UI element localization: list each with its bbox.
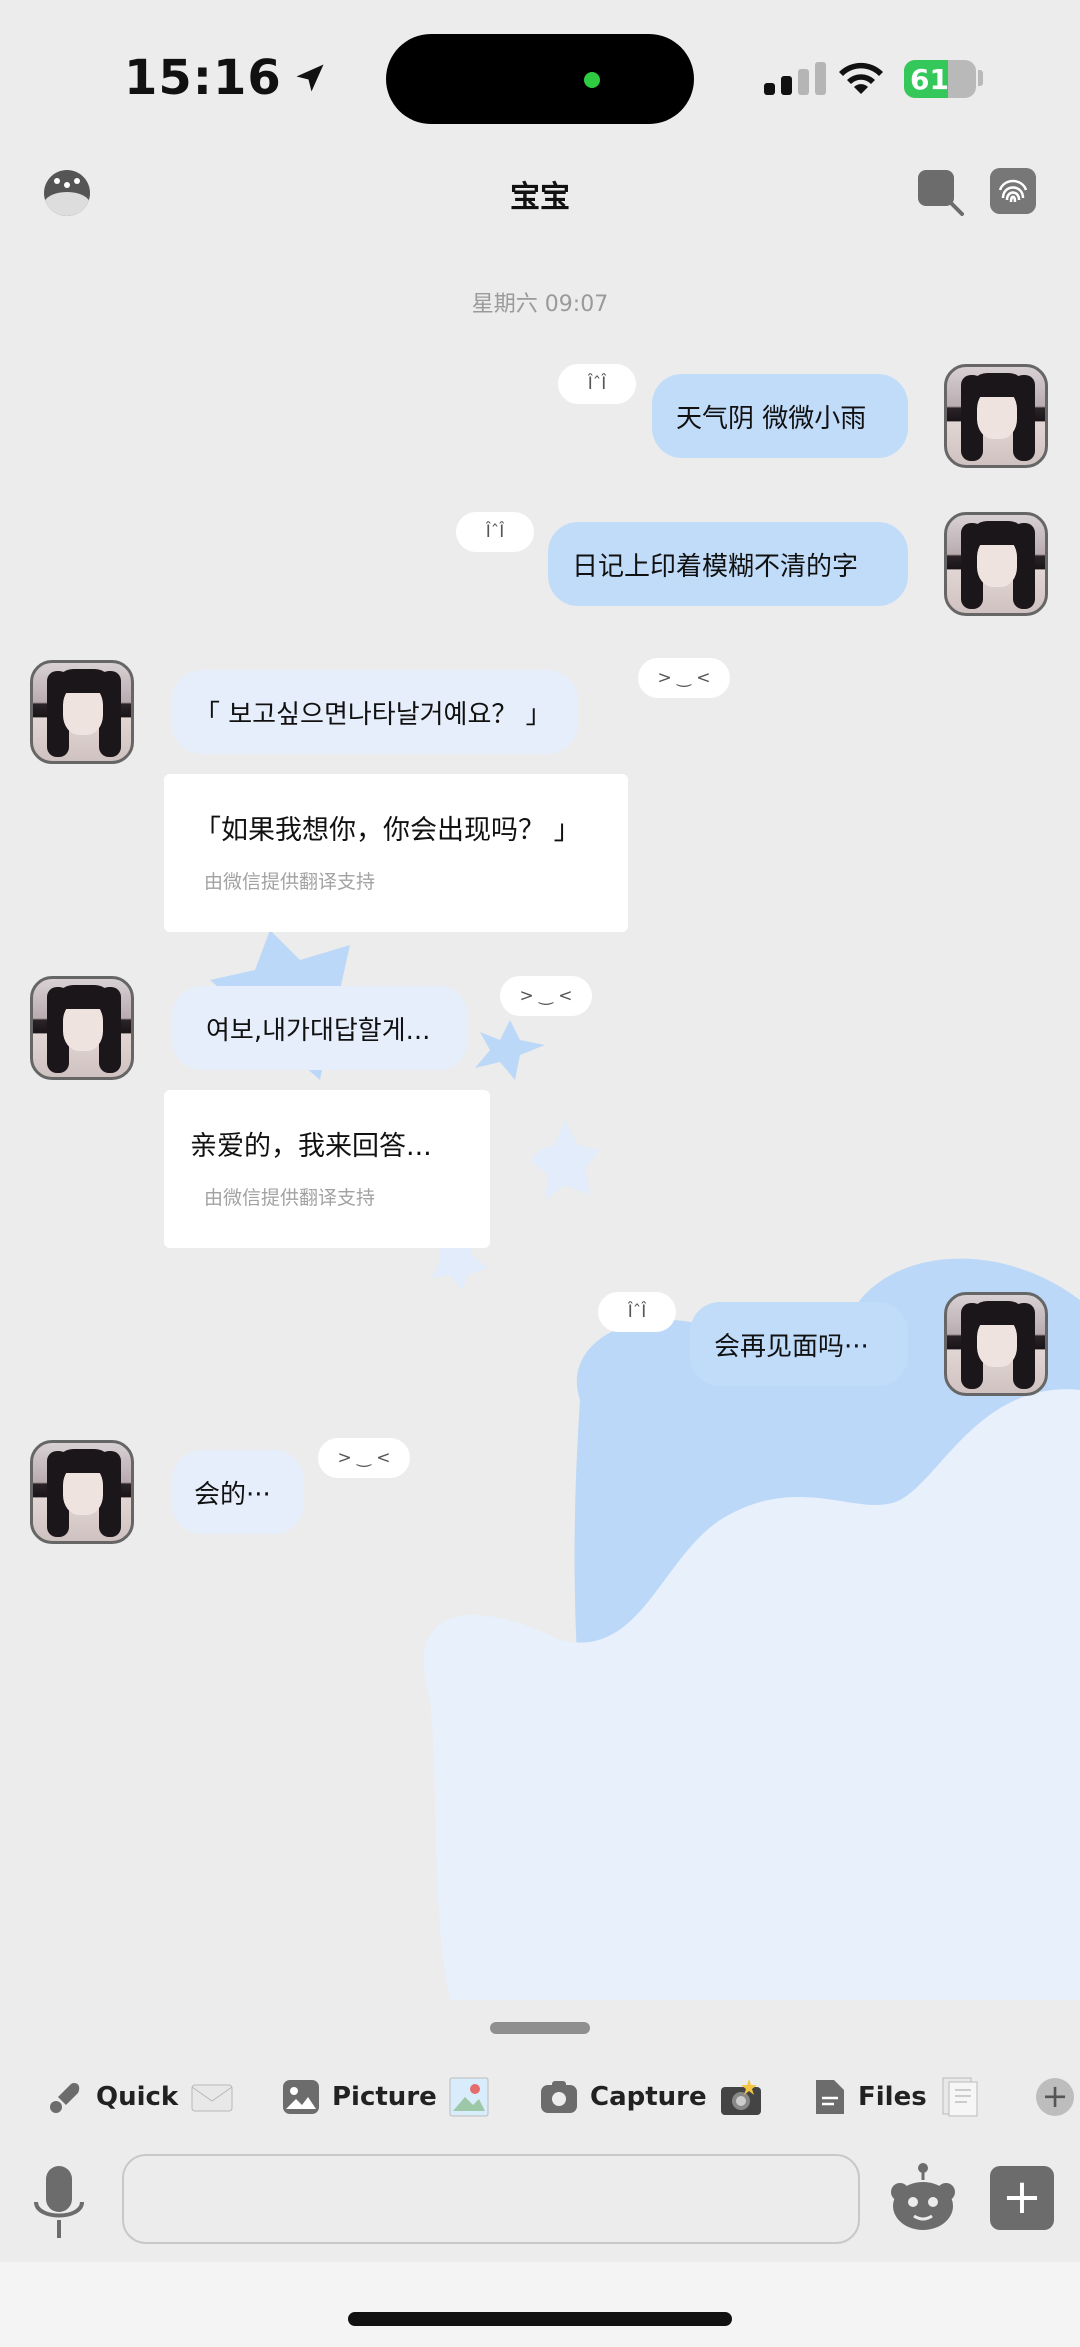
- document-sticker-icon: [942, 2077, 978, 2117]
- fingerprint-icon[interactable]: [990, 168, 1036, 214]
- message-bubble-outgoing[interactable]: 会再见面吗···: [690, 1302, 908, 1386]
- my-avatar[interactable]: [944, 512, 1048, 616]
- status-time: 15:16: [124, 50, 328, 106]
- drag-handle[interactable]: [490, 2022, 590, 2034]
- translation-card[interactable]: 「如果我想你，你会出现吗？ 」 由微信提供翻译支持: [164, 774, 628, 932]
- image-icon: [283, 2080, 319, 2114]
- capture-label: Capture: [590, 2082, 707, 2112]
- quick-label: Quick: [96, 2082, 179, 2112]
- search-icon[interactable]: [916, 168, 964, 216]
- robot-icon[interactable]: [890, 2162, 956, 2232]
- add-button[interactable]: +: [990, 2166, 1054, 2230]
- reaction-badge[interactable]: ÎˆÎ: [558, 364, 636, 404]
- translation-text: 「如果我想你，你会出现吗？ 」: [194, 815, 581, 846]
- message-timestamp: 星期六 09:07: [471, 292, 609, 317]
- quick-actions-bar: Quick Picture Capture Files: [0, 2066, 1080, 2128]
- message-bubble-outgoing[interactable]: 日记上印着模糊不清的字: [548, 522, 908, 606]
- picture-sticker-icon: [449, 2077, 489, 2117]
- envelope-icon: [191, 2084, 233, 2112]
- star-decoration: [530, 1120, 600, 1200]
- picture-button[interactable]: Picture: [282, 2066, 489, 2128]
- composer: +: [0, 2150, 1080, 2260]
- wifi-icon: [839, 62, 883, 94]
- translation-text: 亲爱的，我来回答...: [190, 1131, 432, 1162]
- translation-note: 由微信提供翻译支持: [204, 871, 376, 893]
- microphone-icon[interactable]: [32, 2164, 86, 2242]
- battery-tip: [978, 70, 983, 86]
- battery-level: 61: [910, 63, 949, 96]
- home-indicator[interactable]: [348, 2312, 732, 2326]
- chat-title: 宝宝: [510, 180, 570, 215]
- message-input[interactable]: [122, 2154, 860, 2244]
- battery-icon: 61: [904, 60, 976, 98]
- translation-card[interactable]: 亲爱的，我来回答... 由微信提供翻译支持: [164, 1090, 490, 1248]
- picture-label: Picture: [332, 2082, 437, 2112]
- message-bubble-outgoing[interactable]: 天气阴 微微小雨: [652, 374, 908, 458]
- file-icon: [816, 2080, 844, 2114]
- my-avatar[interactable]: [944, 1292, 1048, 1396]
- dynamic-island: [386, 34, 694, 124]
- capture-button[interactable]: Capture: [540, 2066, 763, 2128]
- files-button[interactable]: Files: [814, 2066, 979, 2128]
- my-avatar[interactable]: [944, 364, 1048, 468]
- message-bubble-incoming[interactable]: 여보,내가대답할게...: [172, 986, 468, 1070]
- quick-button[interactable]: Quick: [48, 2066, 234, 2128]
- star-decoration: [475, 1020, 545, 1080]
- cellular-signal-icon: [764, 62, 826, 95]
- menu-avatar-icon[interactable]: [44, 170, 90, 216]
- reaction-badge[interactable]: ÎˆÎ: [598, 1292, 676, 1332]
- files-label: Files: [858, 2082, 927, 2112]
- reaction-badge[interactable]: > ‿ <: [500, 976, 592, 1016]
- reaction-badge[interactable]: > ‿ <: [318, 1438, 410, 1478]
- background-decoration: [210, 930, 1080, 2000]
- contact-avatar[interactable]: [30, 660, 134, 764]
- camera-indicator-dot: [584, 72, 600, 88]
- clock-text: 15:16: [124, 50, 282, 106]
- location-arrow-icon: [296, 64, 324, 92]
- reaction-badge[interactable]: ÎˆÎ: [456, 512, 534, 552]
- contact-avatar[interactable]: [30, 976, 134, 1080]
- camera-icon: [541, 2081, 577, 2113]
- reaction-badge[interactable]: > ‿ <: [638, 658, 730, 698]
- home-bar-area: [0, 2262, 1080, 2347]
- translation-note: 由微信提供翻译支持: [204, 1187, 376, 1209]
- message-bubble-incoming[interactable]: 会的···: [172, 1450, 304, 1534]
- rocket-icon: [50, 2083, 80, 2113]
- contact-avatar[interactable]: [30, 1440, 134, 1544]
- camera-sticker-icon: [720, 2079, 761, 2115]
- message-bubble-incoming[interactable]: 「 보고싶으면나타날거예요？ 」: [172, 670, 578, 754]
- more-actions-button[interactable]: +: [1036, 2078, 1074, 2116]
